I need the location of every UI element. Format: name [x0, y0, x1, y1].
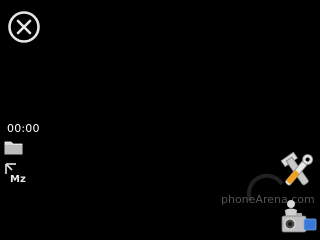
video-camera-icon	[281, 200, 317, 233]
folder-icon	[4, 139, 24, 155]
resolution-label: Mz	[10, 174, 26, 184]
recording-timer: 00:00	[7, 122, 40, 135]
settings-button[interactable]	[277, 150, 319, 192]
close-button[interactable]	[7, 10, 41, 44]
close-circle-icon	[8, 11, 40, 43]
wrench-icon	[280, 151, 314, 186]
camera-viewfinder: 00:00 Mz phoneArena.com	[0, 0, 320, 240]
camera-mode-button[interactable]	[276, 196, 320, 240]
resolution-mz-icon: Mz	[4, 162, 26, 185]
